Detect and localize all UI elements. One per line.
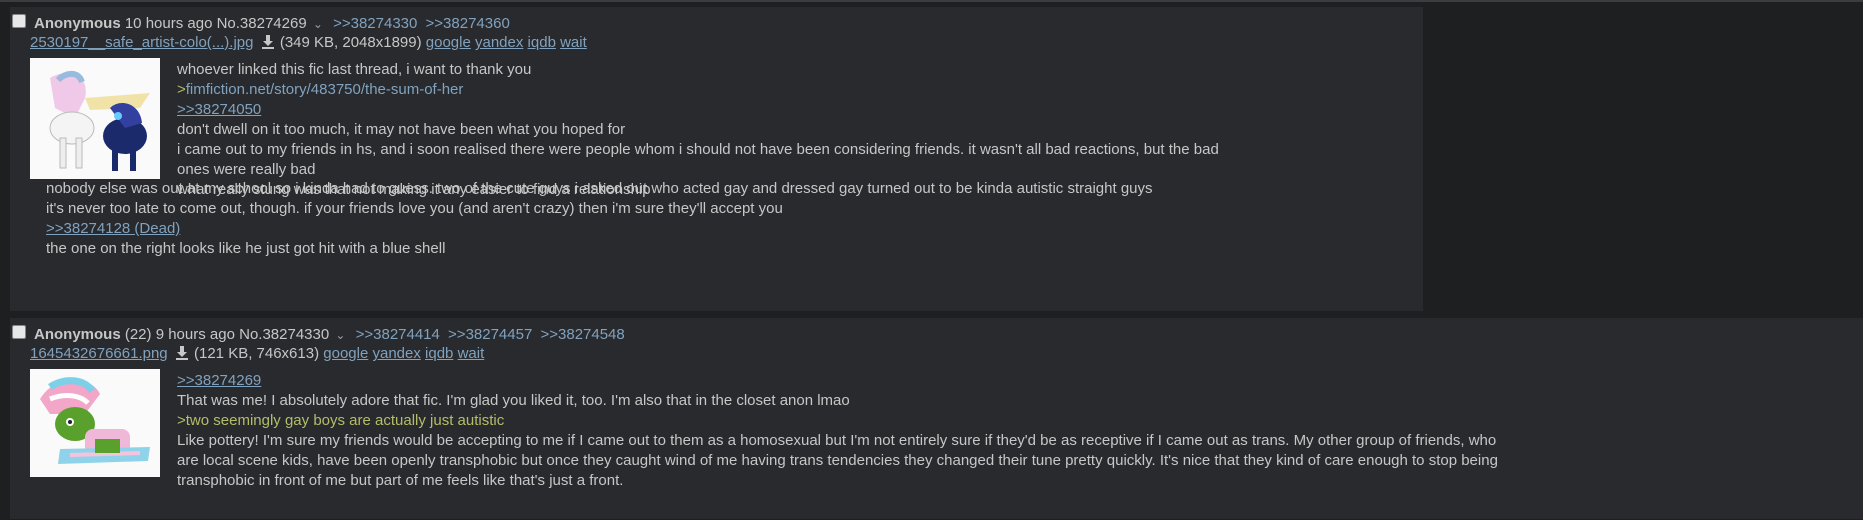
post-38274330: Anonymous (22) 9 hours ago No.38274330 ⌄…: [10, 318, 1863, 520]
pony-thumbnail-image: [30, 369, 160, 477]
search-iqdb-link[interactable]: iqdb: [528, 34, 556, 51]
post-message-continued: nobody else was out at my school so i ki…: [46, 179, 1153, 259]
greentext-line: >two seemingly gay boys are actually jus…: [177, 412, 505, 429]
download-icon[interactable]: [261, 35, 274, 49]
post-number[interactable]: No.38274269: [217, 15, 307, 32]
message-line: ones were really bad: [177, 161, 316, 178]
quote-line: >fimfiction.net/story/483750/the-sum-of-…: [177, 81, 464, 98]
search-wait-link[interactable]: wait: [458, 345, 485, 362]
pony-thumbnail-image: [30, 58, 160, 179]
fimfiction-link[interactable]: fimfiction.net/story/483750/the-sum-of-h…: [186, 81, 464, 98]
message-line: nobody else was out at my school so i ki…: [46, 180, 1153, 197]
chevron-down-icon[interactable]: ⌄: [313, 17, 323, 31]
file-meta: (349 KB, 2048x1899): [279, 34, 422, 51]
post-number[interactable]: No.38274330: [239, 326, 329, 343]
message-line: the one on the right looks like he just …: [46, 240, 446, 257]
post-info: Anonymous 10 hours ago No.38274269 ⌄ >>3…: [34, 14, 510, 34]
search-google-link[interactable]: google: [323, 345, 368, 362]
post-info: Anonymous (22) 9 hours ago No.38274330 ⌄…: [34, 325, 625, 345]
backlink[interactable]: >>38274457: [448, 326, 532, 343]
dead-postlink[interactable]: >>38274128 (Dead): [46, 219, 1153, 239]
search-wait-link[interactable]: wait: [560, 34, 587, 51]
search-iqdb-link[interactable]: iqdb: [425, 345, 453, 362]
backlink[interactable]: >>38274360: [426, 15, 510, 32]
poster-name: Anonymous: [34, 326, 121, 343]
quote-postlink[interactable]: >>38274269: [177, 371, 1507, 391]
search-yandex-link[interactable]: yandex: [475, 34, 523, 51]
message-line: i came out to my friends in hs, and i so…: [177, 141, 1219, 158]
message-line: it's never too late to come out, though.…: [46, 200, 783, 217]
top-divider: [0, 0, 1863, 2]
file-meta: (121 KB, 746x613): [194, 345, 320, 362]
message-line: don't dwell on it too much, it may not h…: [177, 121, 626, 138]
backlink[interactable]: >>38274548: [540, 326, 624, 343]
poster-name: Anonymous: [34, 15, 121, 32]
file-name-link[interactable]: 1645432676661.png: [30, 345, 168, 362]
backlink[interactable]: >>38274414: [356, 326, 440, 343]
poster-count: (22): [124, 326, 152, 343]
post-time: 10 hours ago: [124, 15, 213, 32]
post-time: 9 hours ago: [155, 326, 235, 343]
file-name-link[interactable]: 2530197__safe_artist-colo(...).jpg: [30, 34, 253, 51]
post-select-checkbox[interactable]: [12, 14, 26, 28]
file-info: 2530197__safe_artist-colo(...).jpg (349 …: [30, 33, 587, 52]
message-line: whoever linked this fic last thread, i w…: [177, 61, 532, 78]
download-icon[interactable]: [175, 346, 188, 360]
message-line: That was me! I absolutely adore that fic…: [177, 392, 850, 409]
backlink[interactable]: >>38274330: [333, 15, 417, 32]
quote-postlink[interactable]: >>38274050: [177, 100, 1219, 120]
file-info: 1645432676661.png (121 KB, 746x613) goog…: [30, 344, 484, 363]
search-google-link[interactable]: google: [426, 34, 471, 51]
post-38274269: Anonymous 10 hours ago No.38274269 ⌄ >>3…: [10, 7, 1424, 312]
message-paragraph: Like pottery! I'm sure my friends would …: [177, 432, 1498, 489]
chevron-down-icon[interactable]: ⌄: [335, 328, 345, 342]
post-thumbnail[interactable]: [30, 58, 160, 179]
search-yandex-link[interactable]: yandex: [372, 345, 420, 362]
post-thumbnail[interactable]: [30, 369, 160, 477]
post-select-checkbox[interactable]: [12, 325, 26, 339]
post-message-main: >>38274269 That was me! I absolutely ado…: [177, 371, 1507, 491]
